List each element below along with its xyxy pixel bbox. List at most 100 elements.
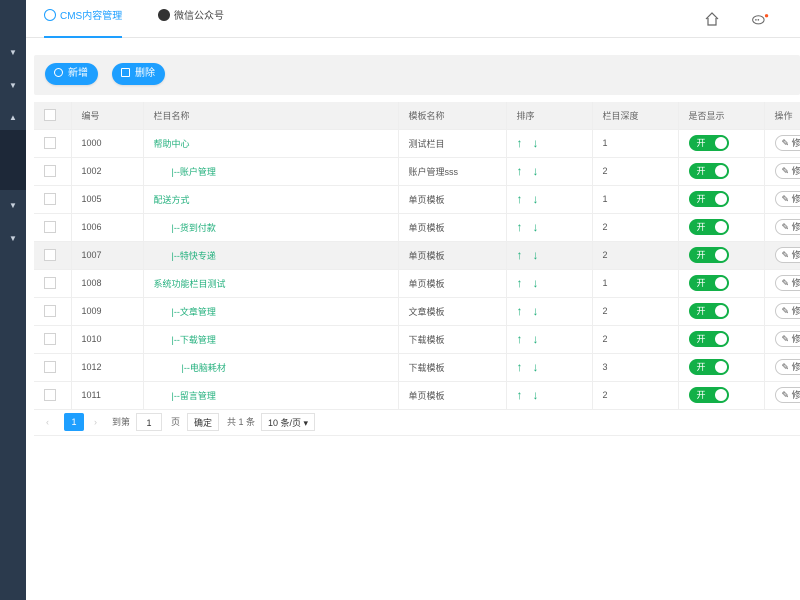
column-header[interactable]: 操作 (764, 102, 800, 130)
arrow-down-icon[interactable]: ↓ (533, 360, 539, 374)
column-header[interactable]: 栏目深度 (592, 102, 679, 130)
arrow-up-icon[interactable]: ↑ (517, 276, 523, 290)
category-name-link[interactable]: |--货到付款 (154, 223, 216, 233)
row-checkbox[interactable] (44, 221, 56, 233)
prev-page-icon[interactable]: ‹ (46, 413, 49, 431)
category-name-link[interactable]: 系统功能栏目测试 (154, 279, 226, 289)
confirm-button[interactable]: 确定 (187, 413, 220, 431)
edit-button[interactable]: ✎ 修 (774, 275, 800, 291)
arrow-up-icon[interactable]: ↑ (517, 332, 523, 346)
sidebar-expand-icon[interactable]: ▼ (0, 228, 26, 250)
pencil-icon: ✎ (781, 362, 790, 372)
arrow-up-icon[interactable]: ↑ (517, 136, 523, 150)
tab-wechat[interactable]: 微信公众号 (158, 0, 224, 38)
visible-toggle[interactable]: 开 (688, 303, 729, 319)
visible-toggle[interactable]: 开 (688, 247, 729, 263)
edit-button[interactable]: ✎ 修 (774, 135, 800, 151)
page-current[interactable]: 1 (64, 413, 84, 431)
category-name-link[interactable]: |--下载管理 (154, 335, 216, 345)
row-checkbox[interactable] (44, 389, 56, 401)
id-cell: 1011 (71, 381, 144, 410)
edit-button[interactable]: ✎ 修 (774, 331, 800, 347)
category-name-link[interactable]: |--留言管理 (154, 391, 216, 401)
toggle-knob (714, 221, 727, 233)
category-name-link[interactable]: |--账户管理 (154, 167, 216, 177)
row-checkbox[interactable] (44, 333, 56, 345)
visible-toggle[interactable]: 开 (688, 359, 729, 375)
arrow-up-icon[interactable]: ↑ (517, 304, 523, 318)
sidebar-collapse-icon[interactable]: ▲ (0, 107, 26, 129)
column-header[interactable]: 栏目名称 (143, 102, 399, 130)
arrow-up-icon[interactable]: ↑ (517, 192, 523, 206)
visible-toggle[interactable]: 开 (688, 163, 729, 179)
row-checkbox[interactable] (44, 361, 56, 373)
category-name-link[interactable]: 帮助中心 (154, 139, 190, 149)
arrow-down-icon[interactable]: ↓ (533, 332, 539, 346)
arrow-down-icon[interactable]: ↓ (533, 304, 539, 318)
arrow-down-icon[interactable]: ↓ (533, 136, 539, 150)
sidebar-active-item[interactable] (0, 130, 26, 190)
id-cell: 1000 (71, 129, 144, 158)
category-name-link[interactable]: |--文章管理 (154, 307, 216, 317)
row-select-cell (34, 381, 72, 410)
sidebar-expand-icon[interactable]: ▼ (0, 42, 26, 64)
id-cell: 1007 (71, 241, 144, 270)
visible-toggle[interactable]: 开 (688, 191, 729, 207)
row-checkbox[interactable] (44, 305, 56, 317)
visible-toggle[interactable]: 开 (688, 387, 729, 403)
arrow-up-icon[interactable]: ↑ (517, 220, 523, 234)
category-name-link[interactable]: |--特快专递 (154, 251, 216, 261)
edit-button[interactable]: ✎ 修 (774, 163, 800, 179)
arrow-down-icon[interactable]: ↓ (533, 192, 539, 206)
template-cell: 测试栏目 (398, 129, 507, 158)
per-page-select[interactable]: 10 条/页 ▾ (261, 413, 316, 431)
column-header[interactable]: 编号 (71, 102, 144, 130)
category-name-link[interactable]: 配送方式 (154, 195, 190, 205)
home-icon[interactable] (703, 10, 721, 28)
arrow-down-icon[interactable]: ↓ (533, 388, 539, 402)
sidebar-expand-icon[interactable]: ▼ (0, 195, 26, 217)
arrow-up-icon[interactable]: ↑ (517, 248, 523, 262)
column-header[interactable]: 排序 (506, 102, 593, 130)
sidebar-expand-icon[interactable]: ▼ (0, 75, 26, 97)
toggle-label: 开 (696, 334, 706, 344)
edit-button[interactable]: ✎ 修 (774, 359, 800, 375)
theme-icon[interactable] (751, 10, 769, 28)
row-checkbox[interactable] (44, 165, 56, 177)
edit-button[interactable]: ✎ 修 (774, 303, 800, 319)
delete-button-label: 删除 (135, 68, 155, 79)
arrow-down-icon[interactable]: ↓ (533, 220, 539, 234)
select-all-checkbox[interactable] (44, 109, 56, 122)
delete-button[interactable]: 删除 (112, 63, 165, 85)
arrow-up-icon[interactable]: ↑ (517, 164, 523, 178)
arrow-down-icon[interactable]: ↓ (533, 276, 539, 290)
row-checkbox[interactable] (44, 277, 56, 289)
action-cell: ✎ 修 (764, 213, 800, 242)
edit-button[interactable]: ✎ 修 (774, 191, 800, 207)
row-checkbox[interactable] (44, 137, 56, 149)
arrow-up-icon[interactable]: ↑ (517, 388, 523, 402)
add-button[interactable]: 新增 (45, 63, 98, 85)
chevron-down-icon: ▾ (303, 418, 309, 428)
id-cell: 1002 (71, 157, 144, 186)
row-checkbox[interactable] (44, 249, 56, 261)
arrow-down-icon[interactable]: ↓ (533, 164, 539, 178)
edit-button[interactable]: ✎ 修 (774, 219, 800, 235)
category-name-link[interactable]: |--电脑耗材 (154, 363, 226, 373)
arrow-down-icon[interactable]: ↓ (533, 248, 539, 262)
visible-toggle[interactable]: 开 (688, 135, 729, 151)
page-input[interactable]: 1 (136, 413, 162, 431)
visible-toggle[interactable]: 开 (688, 331, 729, 347)
edit-button[interactable]: ✎ 修 (774, 247, 800, 263)
visible-toggle[interactable]: 开 (688, 275, 729, 291)
next-page-icon[interactable]: › (94, 413, 97, 431)
name-cell: |--特快专递 (143, 241, 399, 270)
arrow-up-icon[interactable]: ↑ (517, 360, 523, 374)
tab-cms[interactable]: CMS内容管理 (44, 0, 123, 38)
column-header[interactable]: 模板名称 (398, 102, 507, 130)
row-checkbox[interactable] (44, 193, 56, 205)
name-cell: |--留言管理 (143, 381, 399, 410)
edit-button[interactable]: ✎ 修 (774, 387, 800, 403)
visible-toggle[interactable]: 开 (688, 219, 729, 235)
column-header[interactable]: 是否显示 (678, 102, 765, 130)
